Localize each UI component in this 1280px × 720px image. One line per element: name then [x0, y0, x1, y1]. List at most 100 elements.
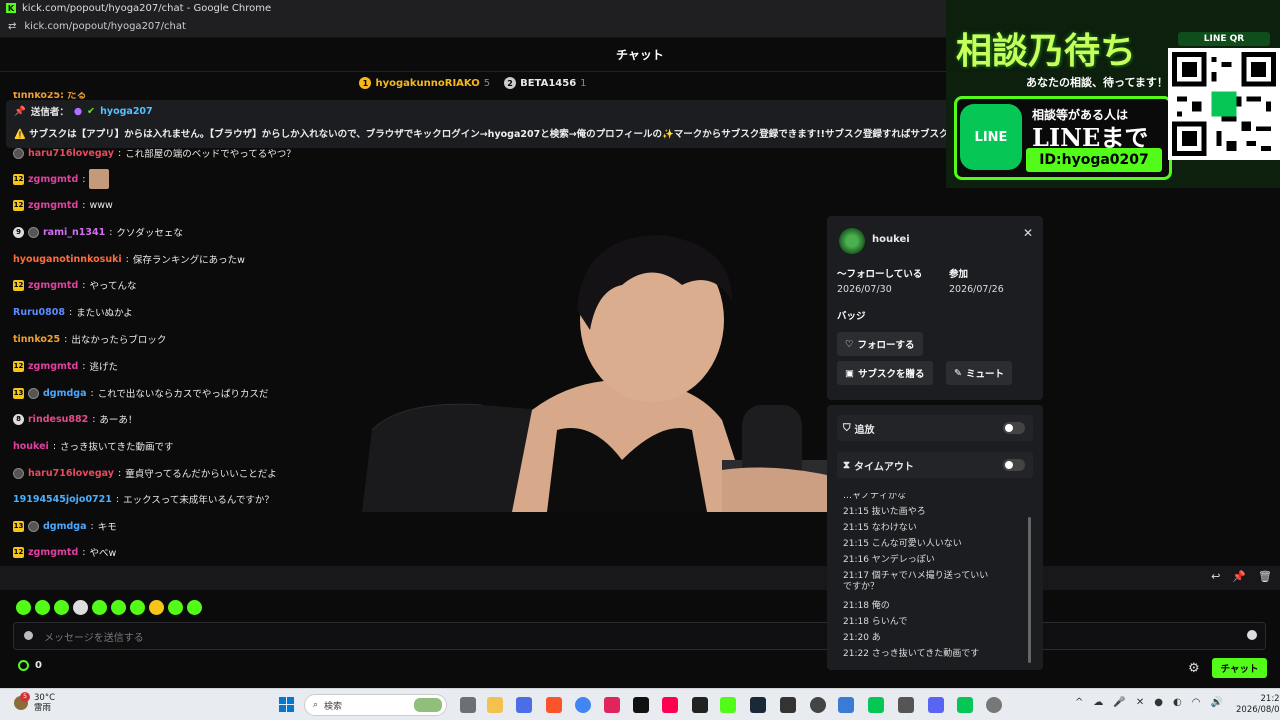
- chat-message[interactable]: haru716lovegay: 童貞守ってるんだからいいことだよ: [13, 466, 277, 480]
- chat-username[interactable]: zgmgmtd: [28, 200, 78, 211]
- chat-username[interactable]: hyouganotinnkosuki: [13, 254, 122, 265]
- chat-message[interactable]: 12 zgmgmtd:: [13, 169, 110, 189]
- gift-sub-button[interactable]: ▣ サブスクを贈る: [837, 361, 933, 385]
- volume-icon[interactable]: 🔊: [1210, 697, 1222, 708]
- chat-message[interactable]: Ruru0808: またいぬかよ: [13, 305, 133, 320]
- task-view-icon[interactable]: [460, 697, 476, 713]
- user-card-name[interactable]: houkei: [872, 234, 910, 245]
- chat-message[interactable]: 9 rami_n1341: クソダッセェな: [13, 225, 183, 239]
- ban-row[interactable]: ⛉ 追放: [837, 415, 1033, 441]
- user-message-history[interactable]: …ャノナィかな 21:15 抜いた画やろ 21:15 なわけない 21:15 こんな可…: [837, 493, 1033, 665]
- send-chat-button[interactable]: チャット: [1212, 658, 1267, 678]
- chat-message[interactable]: houkei: さっき抜いてきた動画です: [13, 439, 173, 454]
- steam-icon[interactable]: [750, 697, 766, 713]
- chat-username[interactable]: dgmdga: [43, 388, 87, 399]
- chevron-up-icon[interactable]: ^: [1075, 697, 1083, 708]
- chat-message-text: キモ: [97, 522, 117, 533]
- chat-username[interactable]: zgmgmtd: [28, 280, 78, 291]
- timeout-row[interactable]: ⧗ タイムアウト: [837, 452, 1033, 478]
- site-info-icon[interactable]: ⇄: [8, 21, 16, 32]
- chat-username[interactable]: zgmgmtd: [28, 174, 78, 185]
- chat-username[interactable]: dgmdga: [43, 521, 87, 532]
- emote-icon[interactable]: [149, 600, 164, 615]
- app-icon[interactable]: [662, 697, 678, 713]
- pinned-message[interactable]: 📌 送信者： ● ✔ hyoga207 ⚠️ サブスクは【アプリ】からは入れませ…: [6, 100, 952, 148]
- network-icon[interactable]: ☁: [1093, 697, 1103, 708]
- app-icon[interactable]: [516, 697, 532, 713]
- settings-icon[interactable]: [986, 697, 1002, 713]
- chat-username[interactable]: 19194545jojo0721: [13, 494, 112, 505]
- chat-message[interactable]: 12 zgmgmtd: やべw: [13, 545, 116, 559]
- mic-icon[interactable]: 🎤: [1113, 697, 1125, 708]
- emote-icon[interactable]: [54, 600, 69, 615]
- windows-start-icon[interactable]: [279, 697, 294, 712]
- app-icon[interactable]: [604, 697, 620, 713]
- chat-message[interactable]: 19194545jojo0721: エックスって未成年いるんですか？: [13, 492, 274, 507]
- taskbar-search[interactable]: ⌕ 検索: [304, 694, 447, 716]
- chat-message[interactable]: 8 rindesu882: あーあ！: [13, 412, 137, 426]
- chat-message[interactable]: 13 dgmdga: これで出ないならカスでやっぱりカスだ: [13, 386, 268, 400]
- app-icon[interactable]: [780, 697, 796, 713]
- chat-message[interactable]: haru716lovegay: これ部屋の端のベッドでやってるやつ？: [13, 146, 296, 160]
- chat-username[interactable]: haru716lovegay: [28, 468, 114, 479]
- ban-toggle[interactable]: [1003, 422, 1025, 434]
- app-icon[interactable]: [898, 697, 914, 713]
- chat-username[interactable]: rami_n1341: [43, 227, 105, 238]
- brave-icon[interactable]: [546, 697, 562, 713]
- line-icon[interactable]: [868, 697, 884, 713]
- chat-message[interactable]: 12 zgmgmtd: やってんな: [13, 278, 137, 292]
- tiktok-icon[interactable]: [633, 697, 649, 713]
- emote-icon[interactable]: [35, 600, 50, 615]
- weather-widget[interactable]: 5 30°C 雷雨: [14, 692, 55, 713]
- chat-username[interactable]: rindesu882: [28, 414, 88, 425]
- gear-icon[interactable]: ⚙: [1188, 661, 1200, 676]
- chat-username[interactable]: houkei: [13, 441, 49, 452]
- gifter-item[interactable]: 1 hyogakunnoRIAKO 5: [359, 77, 490, 89]
- follow-button[interactable]: ♡ フォローする: [837, 332, 923, 356]
- emote-icon[interactable]: [16, 600, 31, 615]
- reply-icon[interactable]: ↩: [1211, 570, 1220, 583]
- obs-icon[interactable]: [810, 697, 826, 713]
- emote-icon[interactable]: [73, 600, 88, 615]
- close-icon[interactable]: ✕: [1023, 226, 1033, 240]
- emote-icon[interactable]: [168, 600, 183, 615]
- history-scrollbar[interactable]: [1028, 517, 1031, 663]
- emote-icon[interactable]: [130, 600, 145, 615]
- chat-message[interactable]: hyouganotinnkosuki: 保存ランキングにあったw: [13, 252, 245, 267]
- chat-message[interactable]: 12 zgmgmtd: 逃げた: [13, 359, 118, 373]
- app-icon[interactable]: [692, 697, 708, 713]
- app-tray-icon[interactable]: ●: [1154, 697, 1163, 708]
- wifi-icon[interactable]: ◠: [1192, 697, 1201, 708]
- delete-icon[interactable]: 🗑: [1258, 570, 1272, 583]
- pinned-sender-name[interactable]: hyoga207: [100, 106, 153, 117]
- timeout-toggle[interactable]: [1003, 459, 1025, 471]
- file-explorer-icon[interactable]: [487, 697, 503, 713]
- line-icon[interactable]: [957, 697, 973, 713]
- app-tray-icon[interactable]: ✕: [1136, 697, 1144, 708]
- app-icon[interactable]: [838, 697, 854, 713]
- chat-input[interactable]: メッセージを送信する: [13, 622, 1266, 650]
- chat-username[interactable]: zgmgmtd: [28, 547, 78, 558]
- chat-message[interactable]: tinnko25: 出なかったらブロック: [13, 332, 166, 347]
- kick-icon[interactable]: [720, 697, 736, 713]
- channel-points[interactable]: 0: [18, 660, 42, 671]
- chat-message[interactable]: 13 dgmdga: キモ: [13, 519, 117, 533]
- emoji-picker-icon[interactable]: [1247, 630, 1257, 640]
- chat-username[interactable]: haru716lovegay: [28, 148, 114, 159]
- taskbar-clock[interactable]: 21:22 2026/08/09: [1236, 694, 1280, 716]
- gifter-item[interactable]: 2 BETA1456 1: [504, 77, 587, 89]
- pin-message-icon[interactable]: 📌: [1232, 570, 1246, 583]
- app-tray-icon[interactable]: ◐: [1173, 697, 1182, 708]
- url-text[interactable]: kick.com/popout/hyoga207/chat: [24, 21, 186, 32]
- chrome-icon[interactable]: [575, 697, 591, 713]
- discord-icon[interactable]: [928, 697, 944, 713]
- chat-username[interactable]: zgmgmtd: [28, 361, 78, 372]
- chat-username[interactable]: tinnko25: [13, 334, 60, 345]
- hovered-message-row[interactable]: [0, 566, 1280, 590]
- chat-username[interactable]: Ruru0808: [13, 307, 65, 318]
- emote-icon[interactable]: [111, 600, 126, 615]
- chat-message[interactable]: 12 zgmgmtd: www: [13, 198, 113, 212]
- emote-icon[interactable]: [187, 600, 202, 615]
- emote-icon[interactable]: [92, 600, 107, 615]
- mute-button[interactable]: ✎ ミュート: [946, 361, 1012, 385]
